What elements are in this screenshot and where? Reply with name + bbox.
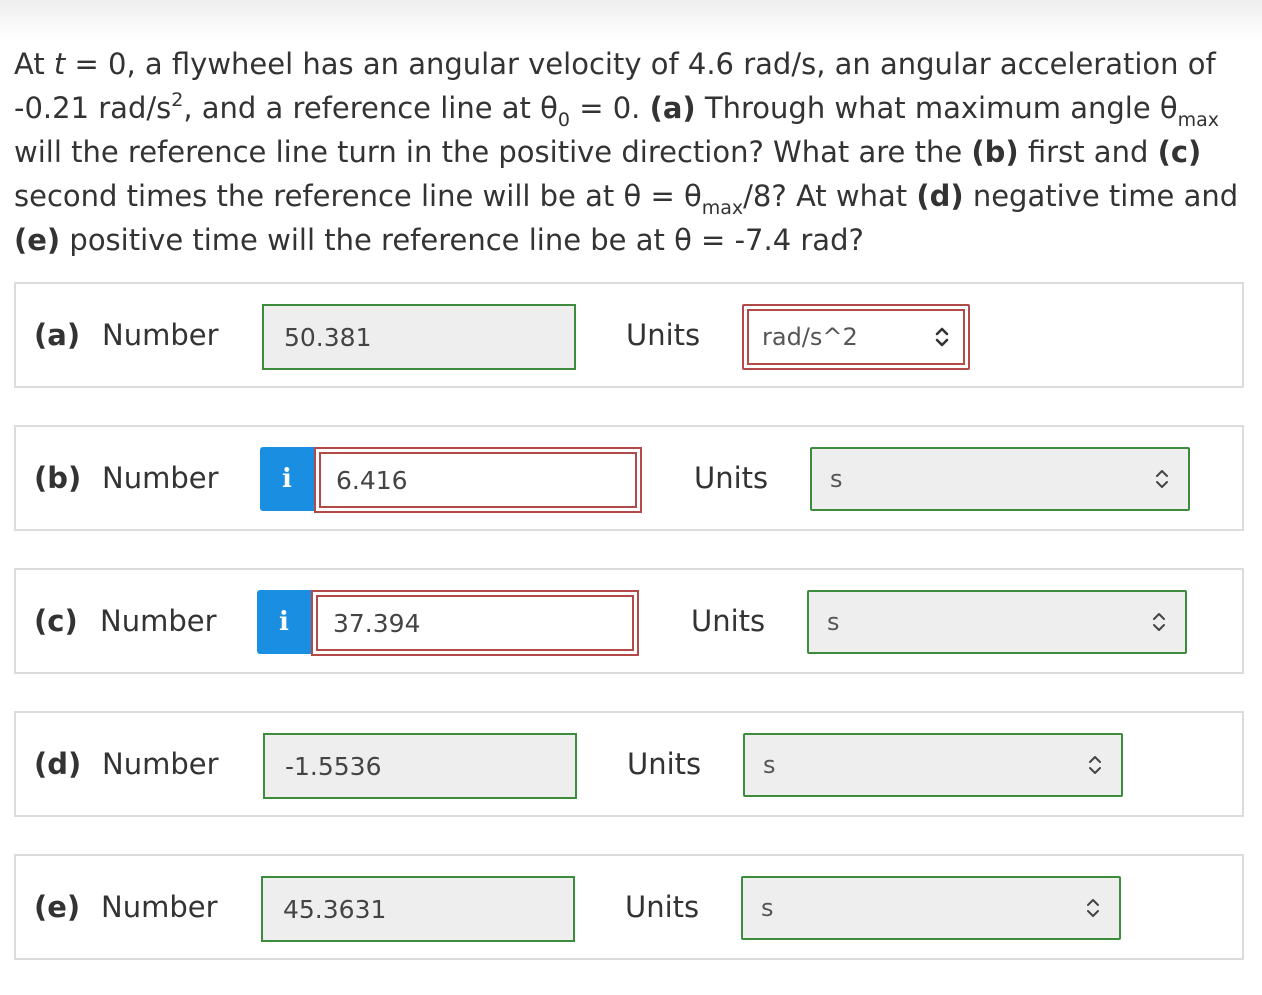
number-label-e: Number — [101, 890, 218, 924]
units-value-d: s — [763, 751, 776, 779]
units-label-d: Units — [627, 747, 702, 781]
number-input-e[interactable]: 45.3631 — [261, 876, 575, 942]
units-value-b: s — [830, 465, 843, 493]
answer-row-c: (c) Number i 37.394 Units s — [14, 568, 1244, 674]
units-value-e: s — [761, 894, 774, 922]
units-value-a: rad/s^2 — [762, 323, 858, 351]
part-label-c: (c) — [34, 604, 78, 638]
chevron-up-down-icon — [1089, 756, 1101, 774]
answer-row-d: (d) Number -1.5536 Units s — [14, 711, 1244, 817]
units-select-a[interactable]: rad/s^2 — [742, 304, 970, 370]
chevron-up-down-icon — [1087, 899, 1099, 917]
answer-row-b: (b) Number i 6.416 Units s — [14, 425, 1244, 531]
units-label-b: Units — [694, 461, 769, 495]
answer-row-a: (a) Number 50.381 Units rad/s^2 — [14, 282, 1244, 388]
question-text: At t = 0, a flywheel has an angular velo… — [14, 47, 1239, 257]
number-label-b: Number — [102, 461, 219, 495]
number-value-d: -1.5536 — [285, 751, 382, 781]
part-label-a: (a) — [34, 318, 81, 352]
number-input-a[interactable]: 50.381 — [262, 304, 576, 370]
units-value-c: s — [827, 608, 840, 636]
number-value-e: 45.3631 — [283, 894, 387, 924]
units-select-b[interactable]: s — [810, 447, 1190, 511]
number-value-b: 6.416 — [336, 465, 408, 495]
number-input-b[interactable]: 6.416 — [314, 447, 642, 513]
info-icon[interactable]: i — [257, 590, 311, 654]
chevron-up-down-icon — [1156, 470, 1168, 488]
top-shade — [0, 0, 1262, 40]
number-label-a: Number — [102, 318, 219, 352]
number-input-c[interactable]: 37.394 — [311, 590, 639, 656]
number-value-c: 37.394 — [333, 608, 421, 638]
chevron-up-down-icon — [935, 327, 949, 347]
units-label-e: Units — [625, 890, 700, 924]
chevron-up-down-icon — [1153, 613, 1165, 631]
info-icon[interactable]: i — [260, 447, 314, 511]
units-label-a: Units — [626, 318, 701, 352]
answer-row-e: (e) Number 45.3631 Units s — [14, 854, 1244, 960]
units-select-d[interactable]: s — [743, 733, 1123, 797]
part-label-d: (d) — [34, 747, 82, 781]
number-input-d[interactable]: -1.5536 — [263, 733, 577, 799]
units-select-c[interactable]: s — [807, 590, 1187, 654]
units-label-c: Units — [691, 604, 766, 638]
part-label-b: (b) — [34, 461, 82, 495]
part-label-e: (e) — [34, 890, 81, 924]
number-label-c: Number — [100, 604, 217, 638]
number-label-d: Number — [102, 747, 219, 781]
number-value-a: 50.381 — [284, 322, 372, 352]
units-select-e[interactable]: s — [741, 876, 1121, 940]
